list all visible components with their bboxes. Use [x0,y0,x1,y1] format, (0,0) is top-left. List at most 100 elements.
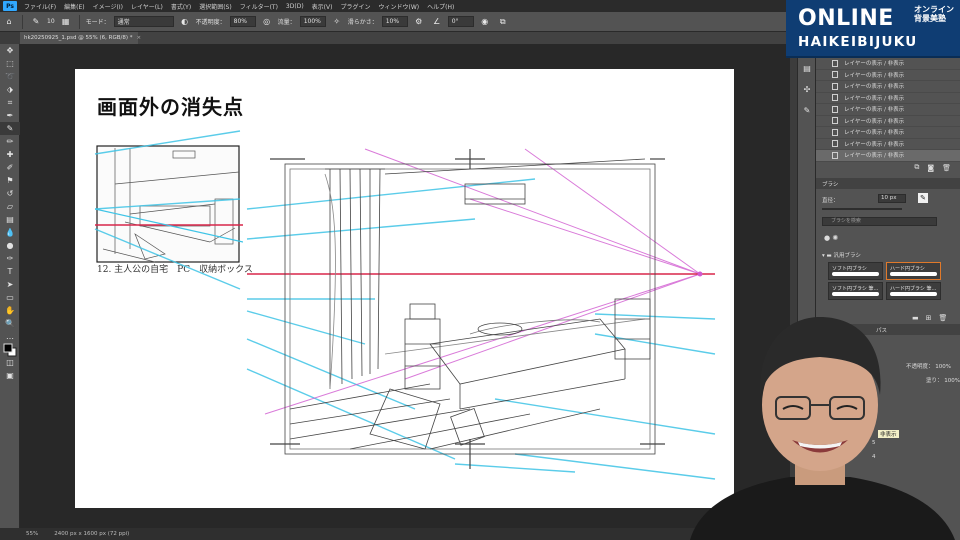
history-item-label: レイヤーの表示 / 非表示 [844,61,905,68]
pencil-tool-icon[interactable]: ✏ [0,135,20,148]
quick-mask-icon[interactable]: ◫ [0,356,20,369]
screen-mode-icon[interactable]: ▣ [0,369,20,382]
home-icon[interactable]: ⌂ [3,16,15,28]
history-item[interactable]: レイヤーの表示 / 非表示 [816,93,960,104]
zoom-tool-icon[interactable]: 🔍 [0,317,20,330]
brush-preset-icon[interactable]: ✎ [30,16,42,28]
trash-icon[interactable]: 🗑 [942,164,951,172]
flow-input[interactable]: 100% [299,16,326,27]
history-item[interactable]: レイヤーの表示 / 非表示 [816,104,960,116]
presenter-webcam [690,317,955,540]
menu-layer[interactable]: レイヤー(L) [127,2,167,11]
canvas-area[interactable]: 画面外の消失点 12. 主人公の自宅 PC 収納ボックス [20,44,790,528]
photoshop-icon[interactable]: Ps [3,1,17,11]
history-item-selected[interactable]: レイヤーの表示 / 非表示 [816,150,960,162]
dodge-tool-icon[interactable]: ● [0,239,20,252]
brush-preset[interactable]: ソフト円ブラシ [828,262,883,280]
document-canvas[interactable]: 画面外の消失点 12. 主人公の自宅 PC 収納ボックス [75,69,734,508]
brush-settings-panel-icon[interactable]: ✎ [798,104,816,117]
folder-icon: ▾ ▬ [822,253,834,259]
brush-preset[interactable]: ハード円ブラシ 筆... [886,282,941,300]
menu-3d[interactable]: 3D(D) [282,3,308,10]
gear-icon[interactable]: ⚙ [413,16,425,28]
new-brush-icon[interactable]: ✎ [918,193,928,203]
airbrush-icon[interactable]: ✧ [331,16,343,28]
history-item[interactable]: レイヤーの表示 / 非表示 [816,116,960,127]
history-item-label: レイヤーの表示 / 非表示 [844,130,905,137]
object-select-icon[interactable]: ⬗ [0,83,20,96]
zoom-level[interactable]: 55% [26,531,38,537]
close-icon[interactable]: × [136,35,141,41]
menu-image[interactable]: イメージ(I) [89,2,127,11]
symmetry-icon[interactable]: ⧉ [497,16,509,28]
hand-tool-icon[interactable]: ✋ [0,304,20,317]
brush-tool-icon[interactable]: ✎ [0,122,20,135]
clone-stamp-icon[interactable]: ⚑ [0,174,20,187]
shape-tool-icon[interactable]: ▭ [0,291,20,304]
tab-brush[interactable]: ブラシ [816,178,960,189]
crop-tool-icon[interactable]: ⌗ [0,96,20,109]
snapshot-icon[interactable]: ⧉ [914,163,919,172]
room-drawing [270,149,665,469]
history-brush-icon[interactable]: ↺ [0,187,20,200]
menu-type[interactable]: 書式(Y) [167,2,195,11]
angle-input[interactable]: 0° [447,16,474,27]
move-tool-icon[interactable]: ✥ [0,44,20,57]
history-state-icon [832,71,838,79]
menu-help[interactable]: ヘルプ(H) [423,2,458,11]
brush-panel-icon[interactable]: ✣ [798,83,816,96]
path-select-icon[interactable]: ➤ [0,278,20,291]
menu-plugins[interactable]: プラグイン [336,2,374,11]
type-tool-icon[interactable]: T [0,265,20,278]
history-state-icon [832,128,838,136]
menu-select[interactable]: 選択範囲(S) [195,2,236,11]
menu-file[interactable]: ファイル(F) [20,2,60,11]
pressure-opacity-icon[interactable]: ◐ [179,16,191,28]
opacity-input[interactable]: 80% [229,16,256,27]
brush-size-value[interactable]: 10 [47,18,55,25]
history-state-icon [832,82,838,90]
brush-preview-dot-icon[interactable]: ● ✺ [824,234,838,242]
document-tab-title: hk20250925_1.psd @ 55% (6, RGB/8) * [24,35,133,41]
lasso-tool-icon[interactable]: ➰ [0,70,20,83]
more-tools-icon[interactable]: … [0,330,20,343]
brush-size-slider[interactable] [822,208,902,210]
brush-settings-icon[interactable]: ▦ [60,16,72,28]
marquee-tool-icon[interactable]: ⬚ [0,57,20,70]
camera-icon[interactable]: ◙ [927,164,934,172]
eraser-tool-icon[interactable]: ▱ [0,200,20,213]
history-item-label: レイヤーの表示 / 非表示 [844,72,905,79]
brush-stroke-preview [832,292,879,296]
flow-label: 流量： [277,19,296,26]
brush-search-input[interactable]: ブラシを検索 [822,217,937,226]
mode-select[interactable]: 通常 [113,16,174,27]
history-item[interactable]: レイヤーの表示 / 非表示 [816,127,960,139]
pen-tool-icon[interactable]: ✑ [0,252,20,265]
color-swatches-icon[interactable] [0,343,20,356]
history-footer: ⧉ ◙ 🗑 [816,162,960,174]
history-item[interactable]: レイヤーの表示 / 非表示 [816,81,960,93]
menu-window[interactable]: ウィンドウ(W) [374,2,423,11]
mode-label: モード： [85,19,110,26]
history-item[interactable]: レイヤーの表示 / 非表示 [816,70,960,81]
brush-preset-selected[interactable]: ハード円ブラシ [886,262,941,280]
pressure-icon[interactable]: ◎ [261,16,273,28]
brush-group[interactable]: ▾ ▬ 汎用ブラシ [822,251,861,259]
menu-filter[interactable]: フィルター(T) [236,2,282,11]
mixer-brush-icon[interactable]: ✐ [0,161,20,174]
brush-preset[interactable]: ソフト円ブラシ 筆... [828,282,883,300]
brush-size-input[interactable]: 10 px [878,194,906,203]
document-tab[interactable]: hk20250925_1.psd @ 55% (6, RGB/8) * × [20,32,141,44]
history-state-icon [832,140,838,148]
menu-edit[interactable]: 編集(E) [60,2,88,11]
eyedropper-icon[interactable]: ✒ [0,109,20,122]
history-item[interactable]: レイヤーの表示 / 非表示 [816,58,960,70]
healing-brush-icon[interactable]: ✚ [0,148,20,161]
history-panel-icon[interactable]: ▤ [798,62,816,75]
smoothing-input[interactable]: 10% [381,16,408,27]
gradient-tool-icon[interactable]: ▤ [0,213,20,226]
history-item[interactable]: レイヤーの表示 / 非表示 [816,139,960,150]
pressure-size-icon[interactable]: ◉ [479,16,491,28]
menu-view[interactable]: 表示(V) [308,2,337,11]
blur-tool-icon[interactable]: 💧 [0,226,20,239]
